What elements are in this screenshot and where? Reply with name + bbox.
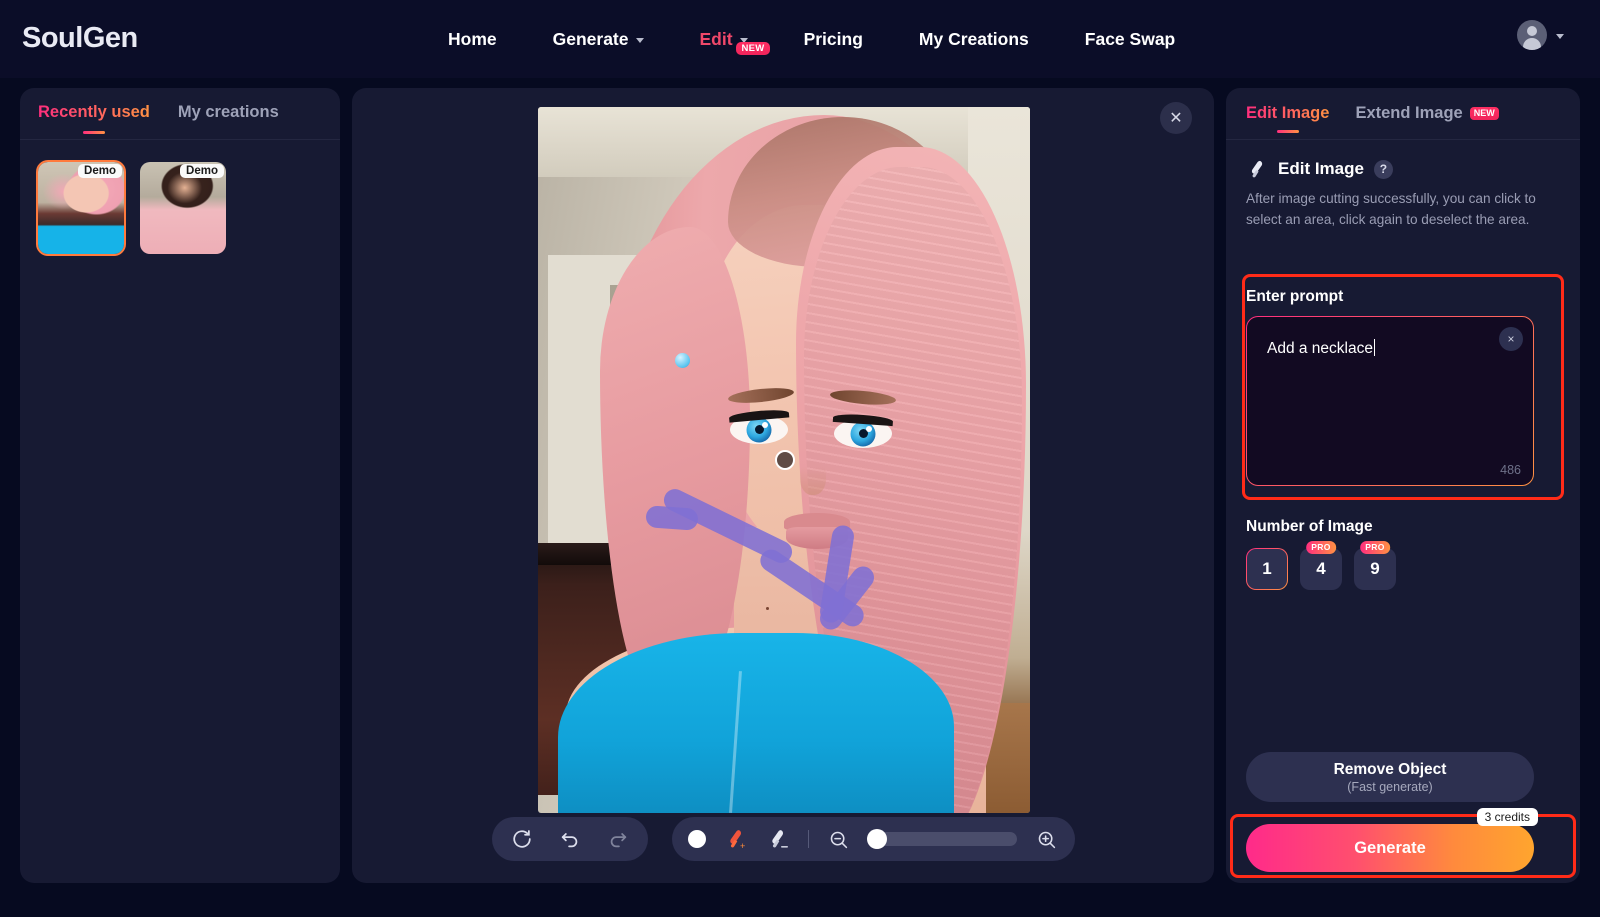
prompt-label: Enter prompt	[1246, 288, 1344, 305]
nav-label: My Creations	[918, 28, 1029, 49]
reset-icon[interactable]	[510, 827, 534, 851]
svg-text:+: +	[740, 841, 745, 851]
section-title: Edit Image	[1278, 159, 1364, 178]
subject-earring	[675, 353, 690, 368]
zoom-slider-knob[interactable]	[866, 829, 887, 849]
remove-object-title: Remove Object	[1333, 760, 1447, 778]
brush-add-icon[interactable]: +	[724, 827, 748, 851]
nav-label: Home	[448, 28, 497, 49]
number-of-image-label: Number of Image	[1246, 518, 1373, 535]
editor-image[interactable]	[538, 107, 1030, 813]
option-value: 9	[1370, 559, 1380, 578]
sidebar-tab-recently-used[interactable]: Recently used	[38, 103, 150, 124]
brush-tool-group: +	[671, 817, 1075, 861]
skin-mole	[766, 607, 769, 610]
zoom-out-icon[interactable]	[827, 827, 851, 851]
tab-extend-image[interactable]: Extend Image NEW	[1355, 104, 1499, 123]
pro-badge: PRO	[1306, 541, 1336, 554]
demo-badge: Demo	[180, 164, 224, 178]
subject-dress	[558, 633, 954, 813]
brand-logo[interactable]: SoulGen	[22, 22, 138, 55]
nav-item-my-creations[interactable]: My Creations	[891, 29, 1057, 50]
brush-size-dot-icon[interactable]	[687, 830, 706, 848]
nav-item-edit[interactable]: Edit NEW	[672, 28, 776, 56]
brush-erase-icon[interactable]	[766, 827, 790, 851]
clear-icon[interactable]: ×	[1499, 327, 1523, 351]
prompt-value: Add a necklace	[1267, 339, 1375, 358]
right-panel-tabs: Edit Image Extend Image NEW	[1226, 88, 1580, 140]
number-of-image-options: 1 PRO 4 PRO 9	[1246, 541, 1396, 590]
tab-label: Edit Image	[1246, 104, 1330, 122]
new-badge: NEW	[736, 41, 770, 56]
number-option-4[interactable]: PRO 4	[1300, 541, 1342, 590]
character-count: 486	[1500, 463, 1521, 477]
chevron-down-icon	[635, 38, 644, 43]
text-cursor	[1374, 339, 1375, 356]
canvas-toolbar: +	[352, 817, 1214, 861]
number-option-1[interactable]: 1	[1246, 548, 1288, 590]
thumbnail-item[interactable]: Demo	[140, 162, 226, 254]
nav-item-pricing[interactable]: Pricing	[776, 29, 891, 50]
section-header: Edit Image ?	[1226, 140, 1580, 180]
nav-label: Face Swap	[1084, 28, 1176, 49]
sidebar-tab-my-creations[interactable]: My creations	[178, 103, 279, 124]
dress-fold	[729, 671, 742, 813]
history-tool-group	[491, 817, 648, 861]
right-sidebar: Edit Image Extend Image NEW Edit Image ?…	[1226, 88, 1580, 883]
remove-object-subtitle: (Fast generate)	[1347, 779, 1433, 794]
chevron-down-icon	[1556, 34, 1564, 39]
nav-item-home[interactable]: Home	[420, 29, 525, 50]
tab-edit-image[interactable]: Edit Image	[1246, 104, 1329, 123]
canvas-panel: ✕ +	[352, 88, 1214, 883]
section-description: After image cutting successfully, you ca…	[1246, 191, 1536, 227]
demo-badge: Demo	[78, 164, 122, 178]
zoom-slider[interactable]	[866, 829, 1017, 849]
credits-badge: 3 credits	[1476, 808, 1538, 826]
nav-label: Generate	[552, 28, 629, 49]
undo-icon[interactable]	[558, 827, 582, 851]
option-value: 4	[1316, 559, 1326, 578]
left-sidebar: Recently used My creations Demo Demo	[20, 88, 340, 883]
tab-label: Extend Image	[1355, 104, 1463, 122]
thumbnail-list: Demo Demo	[20, 140, 340, 276]
nav-item-face-swap[interactable]: Face Swap	[1057, 29, 1203, 50]
prompt-text: Add a necklace	[1267, 340, 1373, 357]
zoom-in-icon[interactable]	[1035, 827, 1059, 851]
nav-label: Pricing	[803, 28, 863, 49]
prompt-input[interactable]: Add a necklace × 486	[1246, 316, 1534, 486]
pro-badge: PRO	[1360, 541, 1390, 554]
remove-object-button[interactable]: Remove Object (Fast generate)	[1246, 752, 1534, 802]
toolbar-divider	[807, 830, 809, 848]
generate-label: Generate	[1354, 838, 1426, 857]
iris	[850, 421, 876, 446]
top-navigation-bar: SoulGen Home Generate Edit NEW Pricing M…	[0, 0, 1600, 78]
thumbnail-item[interactable]: Demo	[36, 160, 126, 256]
nav-item-generate[interactable]: Generate	[525, 29, 672, 50]
brush-cursor	[775, 450, 795, 470]
brush-icon	[1246, 158, 1268, 180]
number-option-9[interactable]: PRO 9	[1354, 541, 1396, 590]
new-badge: NEW	[1469, 107, 1499, 120]
generate-button[interactable]: Generate 3 credits	[1246, 808, 1538, 872]
close-icon[interactable]: ✕	[1160, 102, 1192, 134]
question-mark-icon[interactable]: ?	[1373, 159, 1393, 179]
redo-icon[interactable]	[606, 827, 630, 851]
main-nav: Home Generate Edit NEW Pricing My Creati…	[420, 0, 1203, 78]
profile-menu[interactable]	[1517, 20, 1564, 50]
sidebar-tabs: Recently used My creations	[20, 88, 340, 140]
nav-label: Edit	[699, 28, 733, 49]
subject-nose	[800, 459, 826, 495]
photo-background	[538, 107, 1030, 813]
avatar	[1517, 20, 1547, 50]
option-value: 1	[1262, 559, 1272, 578]
